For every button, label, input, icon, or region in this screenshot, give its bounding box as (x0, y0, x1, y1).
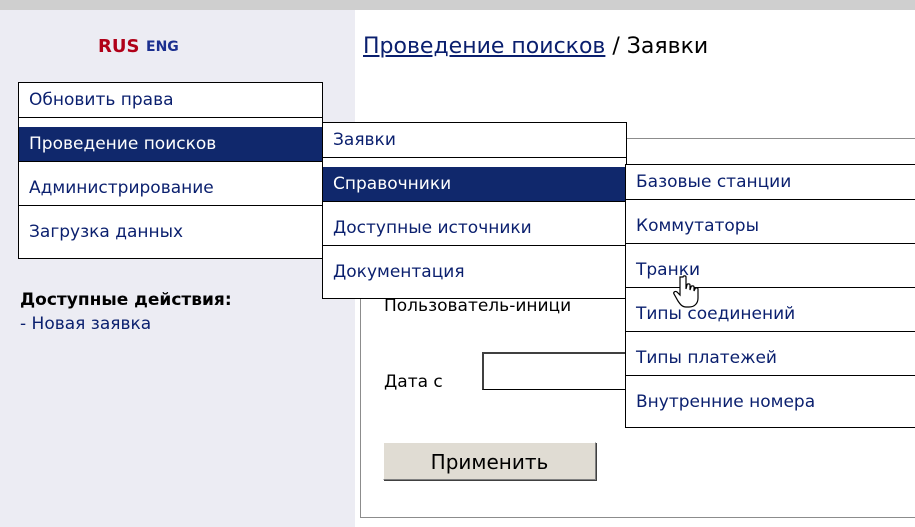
menu-item-data-loading[interactable]: Загрузка данных (19, 215, 322, 250)
menu-item-administration[interactable]: Администрирование (19, 171, 322, 206)
hand-pointer-icon (673, 275, 699, 308)
menu-item-update-rights[interactable]: Обновить права (19, 83, 322, 118)
lang-eng-link[interactable]: ENG (146, 39, 179, 55)
breadcrumb-current: Заявки (626, 34, 709, 59)
date-from-label: Дата с (384, 372, 443, 392)
ref-item-trunks[interactable]: Транки (626, 253, 915, 288)
menu-item-searches[interactable]: Проведение поисков (19, 127, 322, 162)
ref-item-payment-types[interactable]: Типы платежей (626, 341, 915, 376)
main-menu: Обновить права Проведение поисков Админи… (18, 82, 323, 259)
ref-item-base-stations[interactable]: Базовые станции (626, 165, 915, 200)
breadcrumb-link-search[interactable]: Проведение поисков (363, 34, 605, 59)
search-submenu: Заявки Справочники Доступные источники Д… (322, 122, 627, 299)
ref-item-connection-types[interactable]: Типы соединений (626, 297, 915, 332)
apply-button[interactable]: Применить (383, 442, 596, 480)
user-initiator-label: Пользователь-иници (384, 296, 572, 316)
ref-item-internal-numbers[interactable]: Внутренние номера (626, 385, 915, 420)
action-new-request-link[interactable]: - Новая заявка (20, 314, 151, 334)
top-bar (0, 0, 915, 10)
submenu-item-sources[interactable]: Доступные источники (323, 211, 626, 246)
submenu-item-reference[interactable]: Справочники (323, 167, 626, 202)
lang-rus-link[interactable]: RUS (98, 36, 139, 57)
submenu-item-requests[interactable]: Заявки (323, 123, 626, 158)
submenu-item-documentation[interactable]: Документация (323, 255, 626, 290)
breadcrumb: Проведение поисков / Заявки (363, 34, 708, 59)
date-from-input[interactable] (482, 352, 626, 390)
ref-item-switches[interactable]: Коммутаторы (626, 209, 915, 244)
reference-submenu: Базовые станции Коммутаторы Транки Типы … (625, 164, 915, 428)
actions-title: Доступные действия: (20, 290, 232, 310)
breadcrumb-separator: / (605, 34, 627, 59)
